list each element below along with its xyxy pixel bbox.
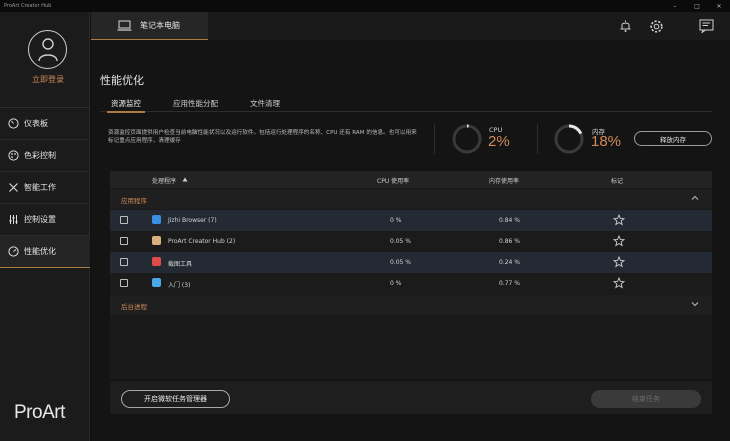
tools-icon (8, 182, 19, 193)
page-title: 性能优化 (100, 74, 144, 87)
divider (537, 124, 538, 154)
column-process[interactable]: 处理程序 (152, 176, 188, 185)
sub-tabs: 资源监控 应用性能分配 文件清理 (100, 98, 712, 113)
open-task-manager-button[interactable]: 开启微软任务管理器 (121, 390, 230, 408)
memory-usage: 0.86 % (499, 238, 520, 245)
sidebar: 立即登录 仪表板 色彩控制 智能工作 控制设置 性能优化 ProArt (0, 12, 90, 441)
login-link[interactable]: 立即登录 (0, 74, 96, 85)
memory-value: 18% (591, 133, 622, 150)
sliders-icon (8, 214, 19, 225)
sidebar-item-color-control[interactable]: 色彩控制 (0, 140, 90, 172)
palette-icon (8, 150, 19, 161)
memory-usage: 0.84 % (499, 217, 520, 224)
profile-area: 立即登录 (0, 12, 90, 108)
tab-laptop[interactable]: 笔记本电脑 (91, 12, 208, 40)
sidebar-item-performance[interactable]: 性能优化 (0, 236, 90, 268)
group-label: 后台进程 (121, 303, 147, 311)
star-icon[interactable] (613, 214, 625, 226)
group-label: 应用程序 (121, 197, 147, 205)
process-table: 处理程序 CPU 使用率 内存使用率 标记 应用程序 Jizhi Browser… (110, 171, 712, 379)
row-checkbox[interactable] (120, 237, 128, 245)
end-task-button[interactable]: 结束任务 (591, 390, 701, 408)
action-bar: 开启微软任务管理器 结束任务 (110, 381, 712, 414)
sidebar-item-label: 仪表板 (24, 119, 48, 128)
table-row[interactable]: 入门 (3) 0 % 0.77 % (110, 273, 712, 294)
row-checkbox[interactable] (120, 216, 128, 224)
browser-app-icon (152, 215, 161, 224)
cpu-usage: 0.05 % (390, 259, 411, 266)
cpu-value: 2% (488, 133, 510, 150)
window-title: ProArt Creator Hub (4, 3, 52, 9)
cpu-usage: 0 % (390, 217, 402, 224)
get-started-app-icon (152, 278, 161, 287)
brand-logo: ProArt (14, 402, 65, 423)
gauge-icon (8, 118, 19, 129)
process-name: Jizhi Browser (7) (168, 217, 217, 224)
sidebar-item-label: 控制设置 (24, 215, 56, 224)
window-controls: – □ ✕ (664, 0, 730, 12)
avatar[interactable] (28, 30, 67, 69)
feedback-icon[interactable] (698, 18, 714, 34)
sidebar-nav: 仪表板 色彩控制 智能工作 控制设置 性能优化 (0, 108, 90, 268)
cpu-gauge (452, 124, 482, 154)
maximize-button[interactable]: □ (686, 0, 708, 12)
star-icon[interactable] (613, 256, 625, 268)
column-memory[interactable]: 内存使用率 (489, 176, 519, 185)
cpu-usage: 0 % (390, 280, 402, 287)
memory-usage: 0.77 % (499, 280, 520, 287)
star-icon[interactable] (613, 235, 625, 247)
process-name: 截图工具 (168, 261, 193, 268)
table-row[interactable]: Jizhi Browser (7) 0 % 0.84 % (110, 210, 712, 231)
table-row[interactable]: 截图工具 0.05 % 0.24 % (110, 252, 712, 273)
tab-app-performance[interactable]: 应用性能分配 (173, 98, 218, 112)
group-background[interactable]: 后台进程 (110, 295, 712, 315)
memory-usage: 0.24 % (499, 259, 520, 266)
column-label: 处理程序 (152, 178, 177, 185)
gear-icon[interactable] (648, 18, 664, 34)
user-icon (38, 38, 58, 62)
memory-gauge (554, 124, 584, 154)
tab-file-cleanup[interactable]: 文件清理 (250, 98, 280, 112)
title-bar: ProArt Creator Hub – □ ✕ (0, 0, 730, 12)
laptop-icon (117, 20, 132, 31)
sidebar-item-label: 色彩控制 (24, 151, 56, 160)
release-memory-button[interactable]: 释放内存 (634, 131, 712, 146)
main-content: 性能优化 资源监控 应用性能分配 文件清理 资源监控页面提供用户检查当前电脑性能… (91, 40, 730, 441)
row-checkbox[interactable] (120, 279, 128, 287)
chevron-down-icon[interactable] (691, 300, 699, 308)
snipping-tool-icon (152, 257, 161, 266)
tab-resource-monitor[interactable]: 资源监控 (107, 98, 145, 113)
table-header: 处理程序 CPU 使用率 内存使用率 标记 (110, 171, 712, 188)
process-name: ProArt Creator Hub (2) (168, 238, 236, 245)
bell-icon[interactable] (617, 18, 633, 34)
sidebar-item-label: 智能工作 (24, 183, 56, 192)
star-icon[interactable] (613, 277, 625, 289)
tab-label: 笔记本电脑 (140, 21, 180, 30)
process-name: 入门 (3) (168, 282, 191, 289)
chevron-up-icon[interactable] (691, 194, 699, 202)
group-apps[interactable]: 应用程序 (110, 189, 712, 209)
column-cpu[interactable]: CPU 使用率 (377, 176, 409, 185)
sidebar-item-smart-work[interactable]: 智能工作 (0, 172, 90, 204)
performance-icon (8, 246, 19, 257)
proart-app-icon (152, 236, 161, 245)
sidebar-item-control-settings[interactable]: 控制设置 (0, 204, 90, 236)
sidebar-item-label: 性能优化 (24, 247, 56, 256)
page-description: 资源监控页面提供用户检查当前电脑性能状况以及运行软件。包括运行处理程序的名称、C… (108, 130, 417, 144)
column-mark: 标记 (611, 178, 624, 185)
top-header: 笔记本电脑 (91, 12, 730, 40)
cpu-usage: 0.05 % (390, 238, 411, 245)
row-checkbox[interactable] (120, 258, 128, 266)
table-row[interactable]: ProArt Creator Hub (2) 0.05 % 0.86 % (110, 231, 712, 252)
sidebar-item-dashboard[interactable]: 仪表板 (0, 108, 90, 140)
minimize-button[interactable]: – (664, 0, 686, 12)
sort-asc-icon (182, 177, 188, 182)
close-button[interactable]: ✕ (708, 0, 730, 12)
divider (434, 124, 435, 154)
